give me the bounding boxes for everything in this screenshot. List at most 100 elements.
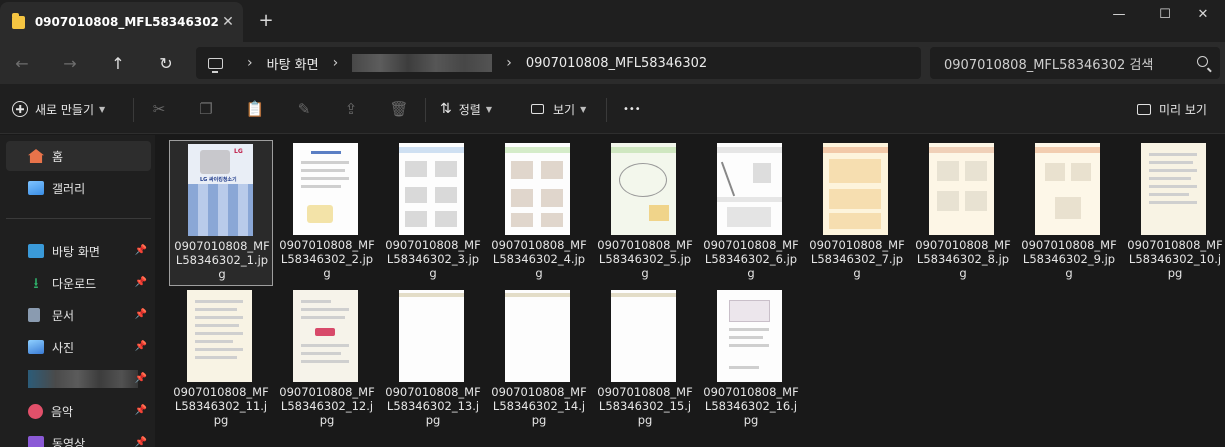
breadcrumb-separator[interactable]: › xyxy=(333,55,339,71)
preview-pane-button[interactable]: 미리 보기 xyxy=(1137,97,1207,121)
close-window-button[interactable]: ✕ xyxy=(1180,0,1225,28)
sidebar-item-label: 다운로드 xyxy=(52,276,97,291)
file-name-line: pg xyxy=(637,413,653,427)
sidebar-item-redacted[interactable]: 📌 xyxy=(6,364,151,394)
sidebar-item-downloads[interactable]: ⭳ 다운로드 📌 xyxy=(6,268,151,298)
file-item-4[interactable]: 0907010808_MF L58346302_4.jp g xyxy=(487,140,591,286)
address-bar[interactable]: › 바탕 화면 › › 0907010808_MFL58346302 xyxy=(196,47,921,79)
sidebar-item-home[interactable]: 홈 xyxy=(6,141,151,171)
file-thumbnail-1: LG LG 싸이킹청소기 xyxy=(188,144,253,236)
file-name-16: 0907010808_MF L58346302_16.j pg xyxy=(699,385,803,427)
thumb-header xyxy=(823,147,888,153)
cut-icon[interactable]: ✂ xyxy=(150,100,168,118)
file-item-10[interactable]: 0907010808_MF L58346302_10.j pg xyxy=(1123,140,1225,286)
file-item-7[interactable]: 0907010808_MF L58346302_7.jp g xyxy=(805,140,909,286)
rename-icon[interactable]: ✎ xyxy=(295,100,313,118)
thumb-header xyxy=(399,293,464,297)
folder-icon xyxy=(12,12,25,29)
file-thumbnail-7 xyxy=(823,143,888,235)
file-thumbnail-15 xyxy=(611,290,676,382)
file-name-line: L58346302_1.jp xyxy=(175,253,269,267)
file-item-11[interactable]: 0907010808_MF L58346302_11.j pg xyxy=(169,287,273,433)
pin-icon[interactable]: 📌 xyxy=(135,437,147,447)
share-icon[interactable]: ⇪ xyxy=(342,100,360,118)
sidebar-item-music[interactable]: 음악 📌 xyxy=(6,396,151,426)
file-item-14[interactable]: 0907010808_MF L58346302_14.j pg xyxy=(487,287,591,433)
thumb-line xyxy=(195,348,243,351)
sort-button-label: 정렬 xyxy=(458,102,481,117)
file-item-1[interactable]: LG LG 싸이킹청소기 0907010808_MF L58346302_1.j… xyxy=(169,140,273,286)
file-item-12[interactable]: 0907010808_MF L58346302_12.j pg xyxy=(275,287,379,433)
view-icon xyxy=(531,104,544,114)
redacted-folder-blur xyxy=(28,370,138,388)
file-name-9: 0907010808_MF L58346302_9.jp g xyxy=(1017,238,1121,280)
new-button-label: 새로 만들기 xyxy=(35,102,95,117)
breadcrumb-separator[interactable]: › xyxy=(247,55,253,71)
file-item-13[interactable]: 0907010808_MF L58346302_13.j pg xyxy=(381,287,485,433)
delete-icon[interactable]: 🗑 xyxy=(389,100,408,118)
forward-button[interactable]: → xyxy=(56,50,84,76)
view-button[interactable]: 보기 ▼ xyxy=(531,97,586,121)
breadcrumb-desktop[interactable]: 바탕 화면 xyxy=(267,54,319,73)
toolbar-divider xyxy=(425,98,426,122)
sidebar-divider xyxy=(6,218,151,219)
back-button[interactable]: ← xyxy=(8,50,36,76)
file-thumbnail-13 xyxy=(399,290,464,382)
sidebar-item-documents[interactable]: 문서 📌 xyxy=(6,300,151,330)
file-name-7: 0907010808_MF L58346302_7.jp g xyxy=(805,238,909,280)
up-button[interactable]: ↑ xyxy=(104,50,132,76)
file-item-8[interactable]: 0907010808_MF L58346302_8.jp g xyxy=(911,140,1015,286)
file-item-9[interactable]: 0907010808_MF L58346302_9.jp g xyxy=(1017,140,1121,286)
plus-circle-icon xyxy=(12,101,28,117)
file-item-2[interactable]: 0907010808_MF L58346302_2.jp g xyxy=(275,140,379,286)
pin-icon[interactable]: 📌 xyxy=(135,245,147,256)
search-input[interactable]: 0907010808_MFL58346302 검색 xyxy=(944,54,1153,73)
new-tab-button[interactable]: + xyxy=(256,10,276,31)
pin-icon[interactable]: 📌 xyxy=(135,405,147,416)
file-thumbnail-2 xyxy=(293,143,358,235)
thumb-illustration xyxy=(307,205,333,223)
tab-title: 0907010808_MFL58346302 xyxy=(34,15,219,29)
file-name-line: 0907010808_MF xyxy=(809,238,905,252)
search-box[interactable]: 0907010808_MFL58346302 검색 xyxy=(930,47,1220,79)
file-thumbnail-14 xyxy=(505,290,570,382)
breadcrumb-current-folder[interactable]: 0907010808_MFL58346302 xyxy=(526,56,707,71)
tab-close-button[interactable]: ✕ xyxy=(219,14,237,30)
file-name-line: 0907010808_MF xyxy=(174,239,270,253)
minimize-button[interactable]: — xyxy=(1096,0,1142,28)
toolbar-divider xyxy=(133,98,134,122)
file-item-15[interactable]: 0907010808_MF L58346302_15.j pg xyxy=(593,287,697,433)
new-button[interactable]: 새로 만들기 ▼ xyxy=(12,97,105,121)
sort-button[interactable]: ⇅ 정렬 ▼ xyxy=(440,97,492,121)
refresh-button[interactable]: ↻ xyxy=(152,50,180,76)
file-name-line: 0907010808_MF xyxy=(703,385,799,399)
file-thumbnail-4 xyxy=(505,143,570,235)
pin-icon[interactable]: 📌 xyxy=(135,373,147,384)
breadcrumb-redacted[interactable] xyxy=(352,54,493,72)
copy-icon[interactable]: ❐ xyxy=(197,100,215,118)
more-options-button[interactable]: ••• xyxy=(623,97,641,121)
pin-icon[interactable]: 📌 xyxy=(135,277,147,288)
paste-icon[interactable]: 📋 xyxy=(246,100,265,118)
thumb-line xyxy=(195,308,237,311)
file-name-line: pg xyxy=(743,413,759,427)
file-item-5[interactable]: 0907010808_MF L58346302_5.jp g xyxy=(593,140,697,286)
sidebar-item-gallery[interactable]: 갤러리 xyxy=(6,173,151,203)
file-item-6[interactable]: 0907010808_MF L58346302_6.jp g xyxy=(699,140,803,286)
thumb-line xyxy=(301,169,345,172)
file-name-1: 0907010808_MF L58346302_1.jp g xyxy=(170,239,274,281)
file-name-line: 0907010808_MF xyxy=(915,238,1011,252)
file-thumbnail-9 xyxy=(1035,143,1100,235)
breadcrumb-separator[interactable]: › xyxy=(506,55,512,71)
sidebar-item-desktop[interactable]: 바탕 화면 📌 xyxy=(6,236,151,266)
pin-icon[interactable]: 📌 xyxy=(135,341,147,352)
pin-icon[interactable]: 📌 xyxy=(135,309,147,320)
file-item-16[interactable]: 0907010808_MF L58346302_16.j pg xyxy=(699,287,803,433)
sidebar-item-videos[interactable]: 동영상 📌 xyxy=(6,428,151,447)
tab-current-folder[interactable]: 0907010808_MFL58346302 ✕ xyxy=(0,2,243,42)
sidebar-item-pictures[interactable]: 사진 📌 xyxy=(6,332,151,362)
thumb-illustration xyxy=(829,213,881,229)
file-item-3[interactable]: 0907010808_MF L58346302_3.jp g xyxy=(381,140,485,286)
thumb-line xyxy=(195,300,243,303)
gallery-icon xyxy=(28,181,44,195)
